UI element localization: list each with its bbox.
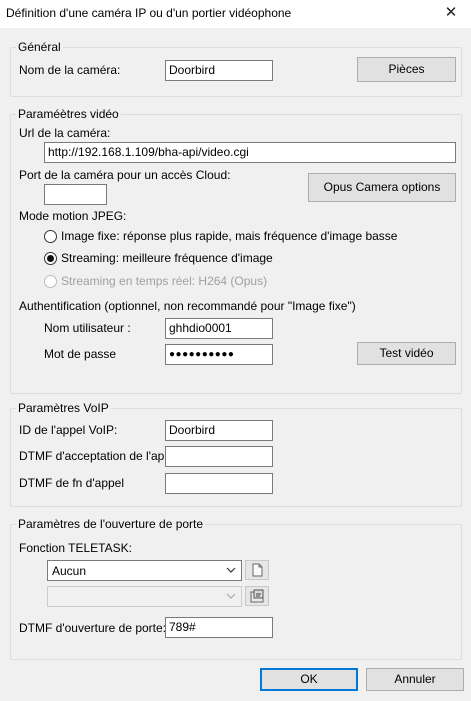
- dtmf-end-label: DTMF de fn d'appel: [19, 476, 125, 490]
- title-bar: Définition d'une caméra IP ou d'un porti…: [0, 0, 471, 28]
- cancel-button[interactable]: Annuler: [366, 668, 464, 691]
- config-icon[interactable]: [245, 586, 269, 606]
- password-input[interactable]: ●●●●●●●●●●: [165, 344, 273, 365]
- voip-call-id-input[interactable]: Doorbird: [165, 420, 273, 441]
- username-label: Nom utilisateur :: [44, 321, 131, 335]
- teletask-function-label: Fonction TELETASK:: [19, 541, 132, 555]
- dtmf-accept-input[interactable]: [165, 446, 273, 467]
- parts-button[interactable]: Pièces: [357, 57, 456, 82]
- general-legend: Général: [16, 40, 63, 54]
- teletask-function-select[interactable]: Aucun: [47, 560, 242, 581]
- test-video-button[interactable]: Test vidéo: [357, 342, 456, 365]
- door-dtmf-label: DTMF d'ouverture de porte:: [19, 621, 167, 635]
- password-label: Mot de passe: [44, 347, 117, 361]
- radio-realtime: [44, 275, 57, 288]
- radio-realtime-label: Streaming en temps réel: H264 (Opus): [61, 274, 268, 288]
- window-title: Définition d'une caméra IP ou d'un porti…: [6, 6, 292, 20]
- cloud-port-label: Port de la caméra pour un accès Cloud:: [19, 168, 231, 182]
- dtmf-end-input[interactable]: [165, 473, 273, 494]
- camera-url-label: Url de la caméra:: [19, 126, 111, 140]
- camera-url-input[interactable]: http://192.168.1.109/bha-api/video.cgi: [44, 142, 456, 163]
- cloud-port-input[interactable]: [44, 184, 107, 205]
- door-legend: Paramètres de l'ouverture de porte: [16, 517, 206, 531]
- opus-camera-options-button[interactable]: Opus Camera options: [308, 173, 456, 202]
- video-legend: Paraméètres vidéo: [16, 107, 121, 121]
- camera-name-label: Nom de la caméra:: [19, 63, 121, 77]
- chevron-down-icon: [226, 567, 236, 573]
- dtmf-accept-label: DTMF d'acceptation de l'appe: [19, 449, 165, 463]
- door-dtmf-input[interactable]: 789#: [165, 617, 273, 638]
- username-input[interactable]: ghhdio0001: [165, 318, 273, 339]
- teletask-function-value: Aucun: [52, 564, 87, 578]
- secondary-select: [47, 586, 242, 607]
- page-icon[interactable]: [245, 560, 269, 580]
- radio-streaming[interactable]: [44, 252, 57, 265]
- radio-fixed-image-label: Image fixe: réponse plus rapide, mais fr…: [61, 229, 398, 243]
- ok-button[interactable]: OK: [260, 668, 358, 691]
- voip-legend: Paramètres VoIP: [16, 401, 111, 415]
- close-icon[interactable]: ✕: [440, 3, 462, 23]
- auth-label: Authentification (optionnel, non recomma…: [19, 299, 356, 313]
- radio-streaming-label: Streaming: meilleure fréquence d'image: [61, 251, 273, 265]
- voip-call-id-label: ID de l'appel VoIP:: [19, 423, 118, 437]
- chevron-down-icon: [226, 593, 236, 599]
- camera-name-input[interactable]: Doorbird: [165, 60, 273, 81]
- radio-fixed-image[interactable]: [44, 230, 57, 243]
- mjpeg-mode-label: Mode motion JPEG:: [19, 209, 127, 223]
